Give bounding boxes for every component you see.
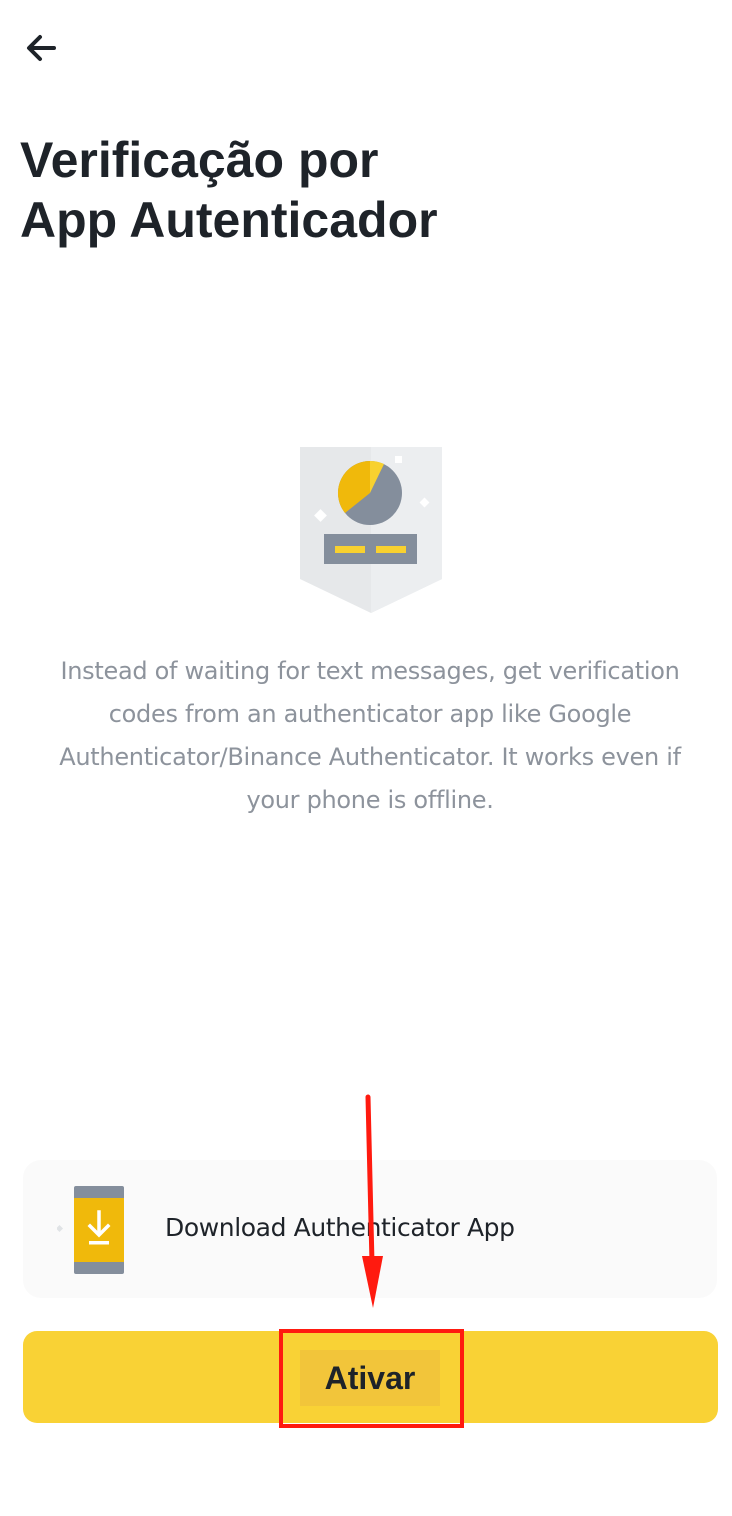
activate-button-label: Ativar	[300, 1350, 440, 1406]
page-title: Verificação por App Autenticador	[20, 130, 710, 250]
authenticator-shield-icon	[300, 447, 442, 613]
download-authenticator-card[interactable]: Download Authenticator App	[23, 1160, 717, 1298]
back-button[interactable]	[22, 30, 62, 66]
description-text: Instead of waiting for text messages, ge…	[59, 657, 681, 814]
page-title-line-2: App Autenticador	[20, 192, 438, 248]
download-card-label: Download Authenticator App	[165, 1213, 515, 1242]
phone-download-icon	[57, 1186, 124, 1274]
arrow-left-icon	[27, 35, 56, 61]
page-title-line-1: Verificação por	[20, 132, 379, 188]
activate-button[interactable]: Ativar	[23, 1331, 718, 1423]
